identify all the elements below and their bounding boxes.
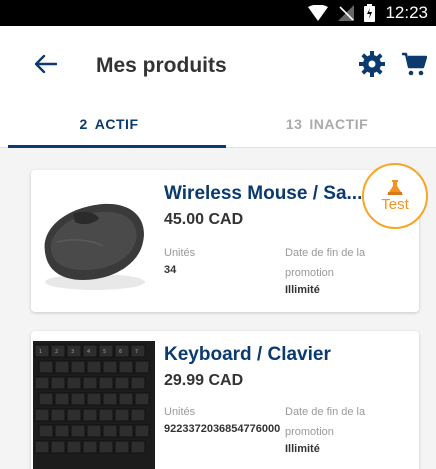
- units-value: 34: [164, 264, 177, 276]
- tab-inactif-count: 13: [285, 116, 303, 132]
- status-bar: 12:23: [0, 0, 436, 26]
- settings-button[interactable]: [356, 48, 388, 80]
- promo-end-label: Date de fin de la promotion: [285, 406, 366, 438]
- gear-icon: [359, 51, 385, 77]
- tab-inactif[interactable]: 13 INACTIF: [218, 100, 436, 148]
- product-price: 29.99 CAD: [164, 372, 244, 389]
- product-card[interactable]: 1234567 Keyboard / Clavier 29.99 CAD Uni…: [31, 331, 419, 469]
- product-image-mouse: [33, 172, 155, 310]
- svg-text:5: 5: [103, 349, 106, 355]
- promo-end-label: Date de fin de la promotion: [285, 247, 366, 279]
- svg-text:2: 2: [55, 349, 58, 355]
- cart-button[interactable]: [398, 48, 430, 80]
- product-image-keyboard: 1 2 3 4 5 6 7: [33, 341, 155, 469]
- status-time: 12:23: [385, 3, 428, 22]
- product-name: Wireless Mouse / Sa...: [164, 183, 363, 204]
- svg-text:6: 6: [119, 349, 122, 355]
- promo-end-value: Illimité: [285, 284, 320, 296]
- page-title: Mes produits: [96, 54, 227, 77]
- tab-indicator: [8, 145, 226, 148]
- battery-charging-icon: [364, 4, 376, 22]
- cart-icon: [402, 52, 427, 76]
- tab-actif[interactable]: 2 ACTIF: [0, 100, 218, 148]
- units-value: 9223372036854776000: [164, 423, 281, 435]
- product-price: 45.00 CAD: [164, 211, 244, 228]
- screen: 12:23 Mes produits 2 ACTIF 13 INACTIF Wi…: [0, 0, 436, 469]
- tab-actif-label: ACTIF: [94, 116, 139, 132]
- tab-bar: 2 ACTIF 13 INACTIF: [0, 100, 436, 148]
- flask-icon: [387, 180, 403, 195]
- tab-actif-count: 2: [79, 116, 88, 132]
- promo-end-value: Illimité: [285, 443, 320, 455]
- no-signal-icon: [338, 5, 355, 21]
- svg-text:4: 4: [87, 349, 90, 355]
- arrow-left-icon: [35, 55, 57, 73]
- test-badge[interactable]: Test: [362, 163, 428, 229]
- test-label: Test: [381, 196, 409, 213]
- back-button[interactable]: [30, 48, 62, 80]
- product-card[interactable]: Wireless Mouse / Sa... 45.00 CAD Unités …: [31, 170, 419, 312]
- svg-text:3: 3: [71, 349, 74, 355]
- svg-text:7: 7: [135, 349, 138, 355]
- product-name: Keyboard / Clavier: [164, 344, 331, 365]
- tab-inactif-label: INACTIF: [309, 116, 369, 132]
- wifi-icon: [308, 5, 329, 21]
- app-bar: Mes produits: [0, 26, 436, 100]
- svg-text:1: 1: [39, 349, 42, 355]
